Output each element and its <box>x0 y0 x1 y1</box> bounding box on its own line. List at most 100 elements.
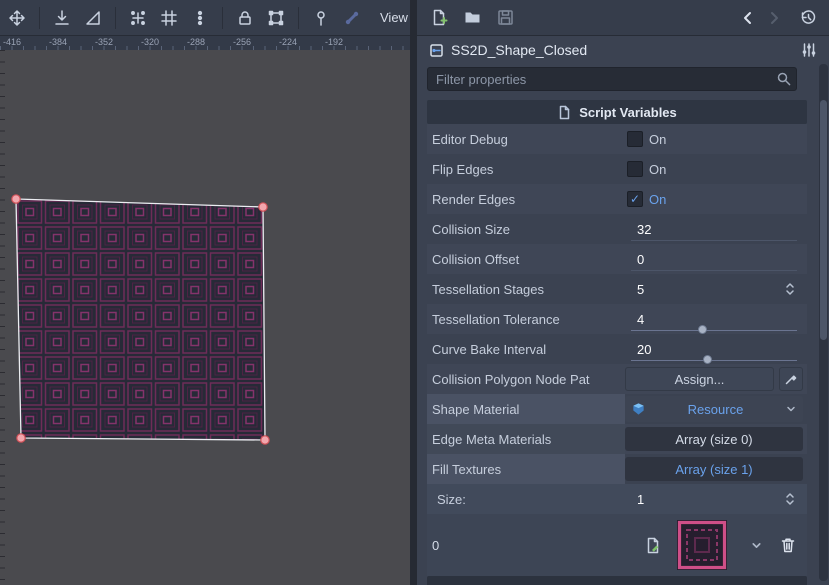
resource-cube-icon <box>631 402 646 417</box>
dropdown-caret-icon <box>785 403 797 415</box>
property-row: Tessellation Tolerance 4 <box>427 304 807 334</box>
array-size-row: Size: 1 <box>427 484 807 514</box>
triangle-ruler-icon[interactable] <box>84 9 102 27</box>
property-row: Fill Textures Array (size 1) <box>427 454 807 484</box>
checkbox-label: On <box>649 192 666 207</box>
next-section-partial <box>427 576 807 585</box>
lock-icon[interactable] <box>236 9 254 27</box>
array-item-index: 0 <box>432 538 645 553</box>
save-icon[interactable] <box>497 9 514 26</box>
number-value: 1 <box>637 492 644 507</box>
back-icon[interactable] <box>740 10 756 26</box>
texture-thumbnail[interactable] <box>676 519 728 571</box>
category-script-variables[interactable]: Script Variables <box>427 100 807 124</box>
assign-button[interactable]: Assign... <box>625 367 774 391</box>
shape-handle[interactable] <box>259 203 267 211</box>
inspector-panel: SS2D_Shape_Closed Script Variables Edito… <box>417 0 829 585</box>
number-value: 5 <box>637 282 644 297</box>
view-menu-button[interactable]: View <box>374 7 414 28</box>
property-label: Collision Offset <box>427 252 625 267</box>
move-points-icon[interactable] <box>8 9 26 27</box>
property-label: Tessellation Tolerance <box>427 312 625 327</box>
slider-field[interactable]: 4 <box>625 304 803 334</box>
load-resource-icon[interactable] <box>464 9 481 26</box>
canvas-viewport[interactable]: View -416 -384 -352 -320 -288 -256 -224 … <box>0 0 410 585</box>
number-value: 32 <box>637 222 651 237</box>
forward-icon[interactable] <box>766 10 782 26</box>
node-icon <box>429 43 444 58</box>
checkbox-label: On <box>649 132 666 147</box>
property-label: Shape Material <box>427 394 625 424</box>
property-label: Curve Bake Interval <box>427 342 625 357</box>
number-value: 4 <box>637 312 644 327</box>
slider-grabber[interactable] <box>703 355 712 364</box>
array-item-row: 0 <box>427 514 807 576</box>
array-size-field[interactable]: 1 <box>625 484 803 514</box>
shape-drawing <box>0 50 410 585</box>
number-field[interactable]: 32 <box>625 214 803 244</box>
grid-snap-icon[interactable] <box>160 9 178 27</box>
property-label: Editor Debug <box>427 132 625 147</box>
array-editor: Size: 1 0 <box>427 484 807 576</box>
check-icon: ✓ <box>630 193 640 205</box>
property-label: Edge Meta Materials <box>427 424 625 454</box>
property-label: Tessellation Stages <box>427 282 625 297</box>
canvas-area[interactable] <box>0 50 410 585</box>
item-caret-icon[interactable] <box>750 539 763 552</box>
pin-icon[interactable] <box>312 9 330 27</box>
resource-dropdown[interactable]: Resource <box>625 396 803 422</box>
property-row: Render Edges ✓ On <box>427 184 807 214</box>
array-button-expanded[interactable]: Array (size 1) <box>625 457 803 481</box>
category-label: Script Variables <box>579 105 677 120</box>
group-icon[interactable] <box>267 9 285 27</box>
search-input[interactable] <box>427 67 797 91</box>
property-label: Render Edges <box>427 192 625 207</box>
shape-handle[interactable] <box>261 436 269 444</box>
property-label: Collision Size <box>427 222 625 237</box>
horizontal-ruler: -416 -384 -352 -320 -288 -256 -224 -192 <box>0 36 410 50</box>
new-resource-icon[interactable] <box>431 9 448 26</box>
property-row: Tessellation Stages 5 <box>427 274 807 304</box>
overflow-menu-icon[interactable] <box>191 9 209 27</box>
spinner-icon[interactable] <box>783 491 797 507</box>
toolbar-separator <box>39 7 40 29</box>
shape-polygon[interactable] <box>16 199 265 440</box>
spin-field[interactable]: 5 <box>625 274 803 304</box>
inspector-options-icon[interactable] <box>801 42 817 58</box>
pick-icon <box>784 372 798 386</box>
node-name: SS2D_Shape_Closed <box>451 42 587 58</box>
property-row: Editor Debug On <box>427 124 807 154</box>
checkbox[interactable] <box>627 131 643 147</box>
array-button[interactable]: Array (size 0) <box>625 427 803 451</box>
shape-handle[interactable] <box>17 434 25 442</box>
bone-icon[interactable] <box>343 9 361 27</box>
scrollbar-thumb[interactable] <box>820 100 827 340</box>
toolbar-separator <box>115 7 116 29</box>
resource-value: Resource <box>646 402 785 417</box>
property-label: Collision Polygon Node Pat <box>427 372 625 387</box>
delete-icon[interactable] <box>779 536 797 554</box>
insert-point-icon[interactable] <box>53 9 71 27</box>
godot-editor-window: View -416 -384 -352 -320 -288 -256 -224 … <box>0 0 829 585</box>
inspector-scrollbar[interactable] <box>819 64 828 581</box>
search-icon <box>776 71 792 87</box>
toolbar-separator <box>298 7 299 29</box>
checkbox[interactable] <box>627 161 643 177</box>
property-row: Collision Polygon Node Pat Assign... <box>427 364 807 394</box>
snap-settings-icon[interactable] <box>129 9 147 27</box>
property-row: Collision Offset 0 <box>427 244 807 274</box>
property-label: Flip Edges <box>427 162 625 177</box>
panel-divider[interactable] <box>410 0 417 585</box>
pick-node-button[interactable] <box>779 367 803 391</box>
checkbox-checked[interactable]: ✓ <box>627 191 643 207</box>
slider-grabber[interactable] <box>698 325 707 334</box>
edit-resource-icon[interactable] <box>645 537 662 554</box>
number-field[interactable]: 0 <box>625 244 803 274</box>
inspector-toolbar <box>417 0 829 36</box>
property-row: Collision Size 32 <box>427 214 807 244</box>
shape-handle[interactable] <box>12 195 20 203</box>
spinner-icon[interactable] <box>783 281 797 297</box>
property-label: Fill Textures <box>427 454 625 484</box>
history-icon[interactable] <box>800 9 817 26</box>
slider-field[interactable]: 20 <box>625 334 803 364</box>
